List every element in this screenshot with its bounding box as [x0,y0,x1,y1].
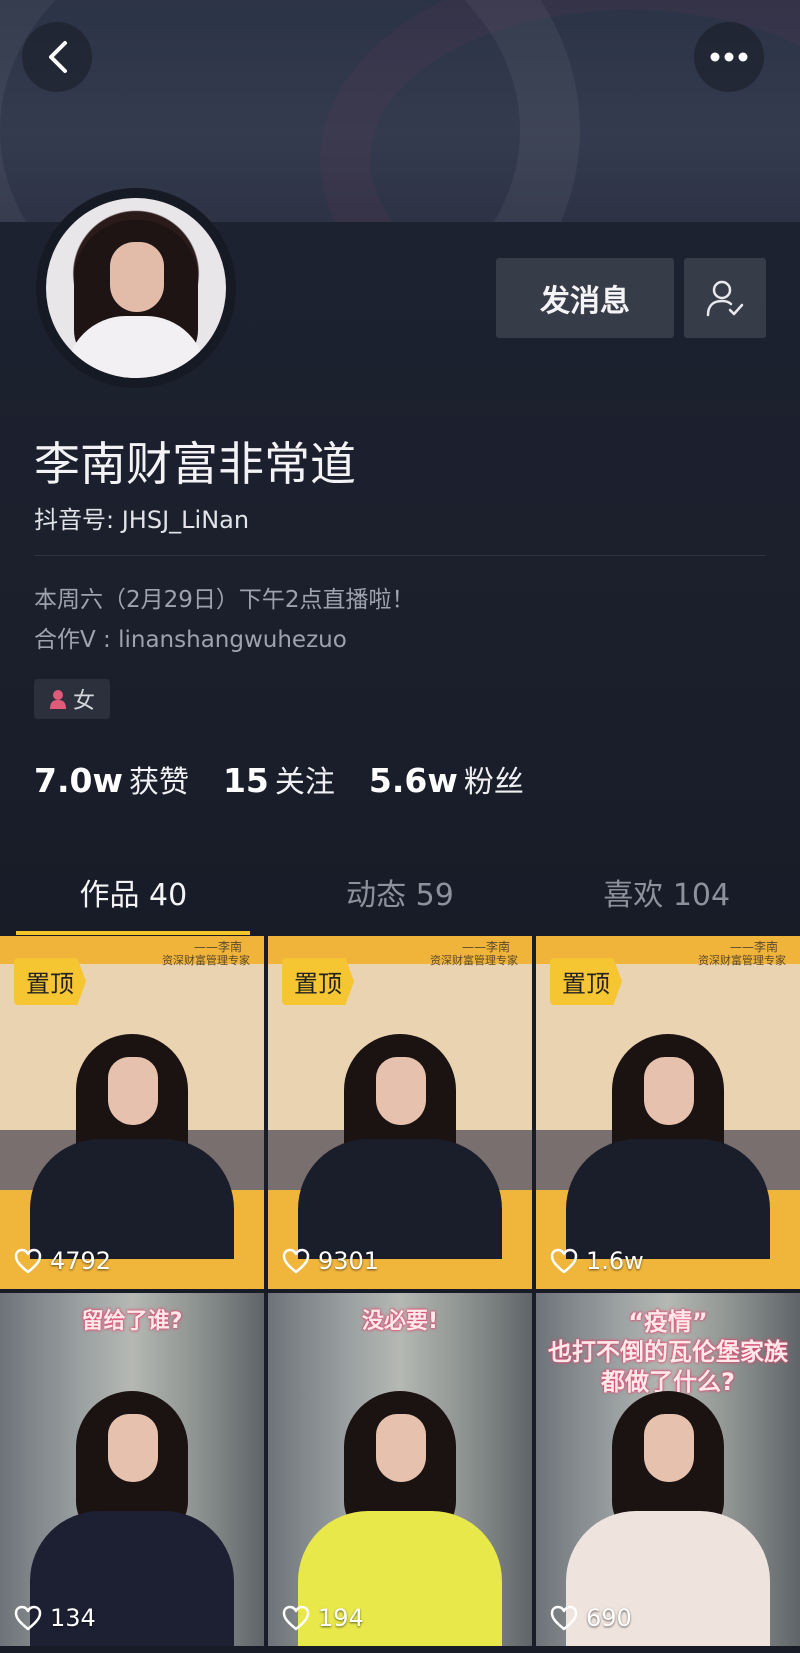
pinned-badge: 置顶 [14,958,86,1005]
gender-badge: 女 [34,679,110,719]
gender-label: 女 [72,689,95,714]
video-likes: 1.6w [550,1247,644,1275]
video-likes-count: 4792 [50,1247,112,1275]
stat-likes-label: 获赞 [128,765,189,800]
video-likes-count: 9301 [318,1247,380,1275]
stat-followers-label: 粉丝 [463,765,524,800]
heart-icon [14,1605,42,1631]
video-likes: 4792 [14,1247,111,1275]
back-button[interactable] [22,22,92,92]
video-likes: 9301 [282,1247,379,1275]
tab-posts[interactable]: 动态 59 [267,868,534,934]
video-person [0,979,264,1289]
profile-name: 李南财富非常道 [34,437,356,491]
video-thumbnail[interactable]: ——李南 资深财富管理专家 置顶 1.6w [536,936,800,1289]
video-likes-count: 134 [50,1604,96,1632]
video-likes-count: 194 [318,1604,364,1632]
video-person [536,1336,800,1646]
stat-following-count: 15 [222,761,269,800]
stat-likes[interactable]: 7.0w 获赞 [34,757,189,801]
video-person [268,979,532,1289]
avatar[interactable] [36,188,236,388]
heart-icon [282,1605,310,1631]
video-thumbnail[interactable]: ——李南 资深财富管理专家 置顶 9301 [268,936,532,1289]
video-thumbnail[interactable]: ——李南 资深财富管理专家 置顶 4792 [0,936,264,1289]
follow-button[interactable] [684,258,766,338]
stat-followers[interactable]: 5.6w 粉丝 [369,757,524,801]
more-dots-icon [710,52,748,62]
active-tab-indicator [16,931,250,935]
video-thumbnail[interactable]: “疫情” 也打不倒的瓦伦堡家族 都做了什么? 690 [536,1293,800,1646]
video-person [0,1336,264,1646]
video-person [268,1336,532,1646]
video-person [536,979,800,1289]
video-likes-count: 690 [586,1604,632,1632]
heart-icon [550,1605,578,1631]
stat-following[interactable]: 15 关注 [223,757,335,801]
stat-followers-count: 5.6w [368,761,458,800]
video-title-overlay: 留给了谁? [81,1309,183,1334]
female-user-icon [49,690,66,709]
bio-line-2: 合作V : linanshangwuhezuo [34,627,347,653]
chevron-left-icon [49,41,67,73]
divider [34,555,766,556]
video-grid: ——李南 资深财富管理专家 置顶 4792 ——李南 资深财富管理专家 置顶 9… [0,936,800,1646]
video-thumbnail[interactable]: 留给了谁? 134 [0,1293,264,1646]
video-title-overlay: 没必要! [361,1309,439,1334]
heart-icon [14,1248,42,1274]
heart-icon [550,1248,578,1274]
video-likes-count: 1.6w [586,1247,644,1275]
user-check-icon [706,280,744,317]
douyin-id: 抖音号: JHSJ_LiNan [34,506,250,534]
pinned-badge: 置顶 [550,958,622,1005]
content-tabs: 作品 40 动态 59 喜欢 104 [0,868,800,934]
watermark-title: 资深财富管理专家 [162,954,250,967]
video-likes: 194 [282,1604,364,1632]
tab-likes[interactable]: 喜欢 104 [533,868,800,934]
watermark-title: 资深财富管理专家 [698,954,786,967]
video-thumbnail[interactable]: 没必要! 194 [268,1293,532,1646]
pinned-badge: 置顶 [282,958,354,1005]
send-message-button[interactable]: 发消息 [496,258,674,338]
watermark-title: 资深财富管理专家 [430,954,518,967]
stat-likes-count: 7.0w [34,761,123,800]
video-likes: 134 [14,1604,96,1632]
heart-icon [282,1248,310,1274]
tab-works[interactable]: 作品 40 [0,868,267,934]
stat-following-label: 关注 [274,765,335,800]
more-button[interactable] [694,22,764,92]
avatar-photo [46,198,226,378]
profile-stats: 7.0w 获赞 15 关注 5.6w 粉丝 [34,757,524,801]
video-likes: 690 [550,1604,632,1632]
bio-line-1: 本周六（2月29日）下午2点直播啦！ [34,587,415,613]
